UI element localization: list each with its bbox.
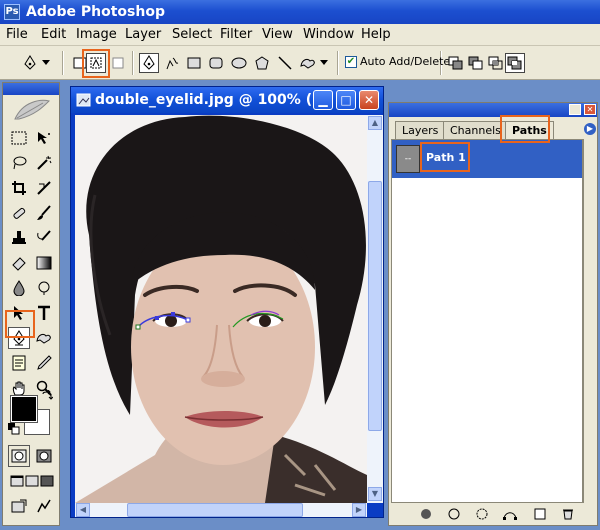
maximize-button[interactable]: □ bbox=[336, 90, 356, 110]
highlight-path-1 bbox=[420, 142, 470, 172]
document-icon bbox=[76, 93, 91, 107]
menu-bar: File Edit Image Layer Select Filter View… bbox=[0, 24, 600, 46]
rounded-rectangle-shape-icon[interactable] bbox=[206, 53, 226, 73]
clone-stamp-tool-icon[interactable] bbox=[8, 227, 30, 249]
vertical-scrollbar[interactable]: ▲ ▼ bbox=[367, 115, 383, 503]
panel-header: ✕ bbox=[389, 103, 597, 117]
custom-shape-tool-icon[interactable] bbox=[33, 327, 55, 349]
edit-in-imageready-icon[interactable] bbox=[33, 495, 55, 517]
type-tool-icon[interactable] bbox=[33, 302, 55, 324]
highlight-paths-mode bbox=[82, 49, 110, 78]
image-canvas[interactable] bbox=[75, 115, 367, 503]
vertical-scroll-thumb[interactable] bbox=[368, 181, 382, 431]
move-tool-icon[interactable] bbox=[33, 127, 55, 149]
photoshop-app-icon: Ps bbox=[4, 4, 20, 20]
pen-tool-preset-icon[interactable] bbox=[20, 53, 40, 73]
app-title: Adobe Photoshop bbox=[26, 4, 165, 20]
toolbox bbox=[2, 82, 60, 526]
eraser-tool-icon[interactable] bbox=[8, 252, 30, 274]
horizontal-scroll-thumb[interactable] bbox=[127, 503, 303, 517]
close-button[interactable]: ✕ bbox=[359, 90, 379, 110]
gradient-tool-icon[interactable] bbox=[33, 252, 55, 274]
notes-tool-icon[interactable] bbox=[8, 352, 30, 374]
menu-select[interactable]: Select bbox=[172, 27, 212, 42]
fill-path-icon[interactable] bbox=[419, 507, 433, 521]
panel-menu-arrow-icon[interactable]: ▶ bbox=[584, 123, 596, 135]
make-work-path-icon[interactable] bbox=[503, 507, 517, 521]
ellipse-shape-icon[interactable] bbox=[229, 53, 249, 73]
panel-scrollbar[interactable] bbox=[583, 139, 597, 503]
standard-mode-icon[interactable] bbox=[8, 445, 30, 467]
brush-tool-icon[interactable] bbox=[33, 202, 55, 224]
menu-window[interactable]: Window bbox=[303, 27, 354, 42]
default-colors-icon[interactable] bbox=[8, 423, 20, 435]
magic-wand-tool-icon[interactable] bbox=[33, 152, 55, 174]
app-title-bar: Ps Adobe Photoshop bbox=[0, 0, 600, 24]
preset-dropdown-arrow-icon[interactable] bbox=[40, 53, 52, 73]
scroll-up-button[interactable]: ▲ bbox=[368, 116, 382, 130]
load-path-as-selection-icon[interactable] bbox=[475, 507, 489, 521]
exclude-overlapping-path-areas-icon[interactable] bbox=[505, 53, 525, 73]
menu-view[interactable]: View bbox=[262, 27, 293, 42]
minimize-button[interactable]: ▁ bbox=[313, 90, 333, 110]
fill-pixels-mode-icon[interactable] bbox=[108, 53, 128, 73]
photoshop-feather-icon bbox=[14, 99, 50, 120]
menu-layer[interactable]: Layer bbox=[125, 27, 161, 42]
history-brush-tool-icon[interactable] bbox=[33, 227, 55, 249]
blur-tool-icon[interactable] bbox=[8, 277, 30, 299]
freeform-pen-option-icon[interactable] bbox=[162, 53, 182, 73]
healing-brush-tool-icon[interactable] bbox=[8, 202, 30, 224]
rectangular-marquee-tool-icon[interactable] bbox=[8, 127, 30, 149]
separator bbox=[62, 51, 64, 75]
delete-path-icon[interactable] bbox=[561, 507, 575, 521]
menu-help[interactable]: Help bbox=[361, 27, 391, 42]
lasso-tool-icon[interactable] bbox=[8, 152, 30, 174]
horizontal-scrollbar[interactable]: ◀ ▶ bbox=[75, 503, 367, 517]
custom-shape-dropdown-icon[interactable] bbox=[318, 53, 330, 73]
menu-image[interactable]: Image bbox=[76, 27, 117, 42]
tab-channels[interactable]: Channels bbox=[443, 121, 508, 139]
intersect-path-areas-icon[interactable] bbox=[486, 53, 506, 73]
crop-tool-icon[interactable] bbox=[8, 177, 30, 199]
auto-add-delete-checkbox[interactable]: ✔ bbox=[345, 56, 357, 68]
full-screen-mode-icon[interactable] bbox=[36, 470, 58, 492]
line-shape-icon[interactable] bbox=[275, 53, 295, 73]
toolbox-header bbox=[3, 83, 59, 95]
slice-tool-icon[interactable] bbox=[33, 177, 55, 199]
scroll-left-button[interactable]: ◀ bbox=[76, 503, 90, 517]
eyedropper-tool-icon[interactable] bbox=[33, 352, 55, 374]
stroke-path-icon[interactable] bbox=[447, 507, 461, 521]
custom-shape-icon[interactable] bbox=[298, 53, 318, 73]
paths-panel-bottom-bar bbox=[389, 503, 597, 525]
separator bbox=[337, 51, 339, 75]
dodge-tool-icon[interactable] bbox=[33, 277, 55, 299]
foreground-color-swatch[interactable] bbox=[10, 395, 38, 423]
separator bbox=[132, 51, 134, 75]
document-window: double_eyelid.jpg @ 100% (... ▁ □ ✕ ▲ ▼ … bbox=[70, 86, 384, 518]
path-thumbnail: -- bbox=[396, 145, 420, 173]
auto-add-delete-label: Auto Add/Delete bbox=[360, 55, 451, 68]
rectangle-shape-icon[interactable] bbox=[184, 53, 204, 73]
portrait-image bbox=[75, 115, 367, 503]
quick-mask-mode-icon[interactable] bbox=[33, 445, 55, 467]
tab-layers[interactable]: Layers bbox=[395, 121, 446, 139]
highlight-pen-tool bbox=[5, 310, 35, 338]
menu-file[interactable]: File bbox=[6, 27, 28, 42]
polygon-shape-icon[interactable] bbox=[252, 53, 272, 73]
create-new-path-icon[interactable] bbox=[533, 507, 547, 521]
scroll-right-button[interactable]: ▶ bbox=[352, 503, 366, 517]
document-title: double_eyelid.jpg @ 100% (... bbox=[95, 92, 329, 108]
scroll-down-button[interactable]: ▼ bbox=[368, 487, 382, 501]
document-title-bar: double_eyelid.jpg @ 100% (... ▁ □ ✕ bbox=[71, 87, 383, 113]
menu-edit[interactable]: Edit bbox=[41, 27, 66, 42]
pen-tool-option-icon[interactable] bbox=[139, 53, 159, 73]
menu-filter[interactable]: Filter bbox=[220, 27, 252, 42]
paths-list: -- Path 1 bbox=[391, 139, 583, 503]
subtract-from-path-area-icon[interactable] bbox=[466, 53, 486, 73]
swap-colors-icon[interactable] bbox=[41, 390, 53, 402]
jump-to-imageready-icon[interactable] bbox=[8, 495, 30, 517]
panel-close-button[interactable]: ✕ bbox=[584, 104, 596, 115]
highlight-paths-tab bbox=[500, 115, 550, 143]
panel-minimize-button[interactable] bbox=[569, 104, 581, 115]
